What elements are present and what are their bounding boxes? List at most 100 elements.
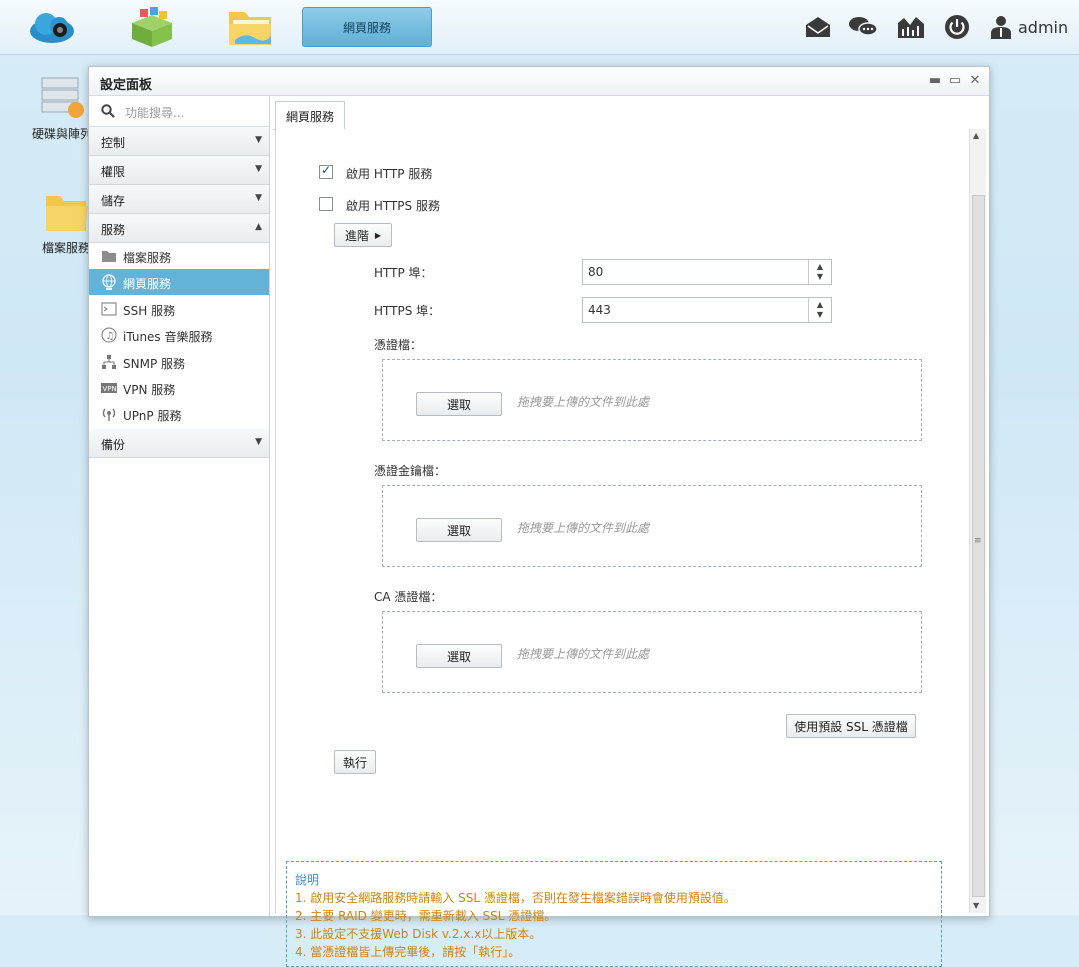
section-label: 服務 [101, 223, 126, 237]
cert-label: 憑證檔： [374, 338, 423, 352]
server-icon [41, 77, 84, 118]
chevron-up-icon: ▲ [255, 222, 262, 232]
folder-icon [101, 248, 117, 264]
globe-icon [101, 274, 117, 290]
user-icon [991, 16, 1011, 39]
sidebar-item-label: UPnP 服務 [123, 409, 182, 423]
mail-icon[interactable] [803, 12, 833, 42]
sidebar-item-vpn-service[interactable]: VPN VPN 服務 [89, 375, 269, 401]
section-label: 備份 [101, 438, 126, 452]
sidebar-item-label: iTunes 音樂服務 [123, 330, 213, 344]
sidebar-item-file-service[interactable]: 檔案服務 [89, 243, 269, 269]
key-select-button[interactable]: 選取 [416, 518, 502, 542]
key-dropzone[interactable]: 選取 拖拽要上傳的文件到此處 [382, 485, 922, 567]
sidebar-item-ssh-service[interactable]: SSH 服務 [89, 296, 269, 322]
chevron-down-icon: ▼ [255, 164, 262, 174]
svg-text:VPN: VPN [103, 385, 117, 393]
vpn-icon: VPN [101, 380, 117, 396]
terminal-icon [101, 301, 117, 317]
notes-box: 說明 1. 啟用安全網路服務時請輸入 SSL 憑證檔，否則在發生檔案錯誤時會使用… [286, 861, 942, 967]
ca-drop-hint: 拖拽要上傳的文件到此處 [517, 647, 650, 661]
ca-select-button[interactable]: 選取 [416, 644, 502, 668]
https-port-stepper[interactable]: ▲ ▼ [808, 298, 831, 322]
scrollbar-thumb[interactable]: ≡ [972, 195, 985, 897]
chevron-down-icon: ▼ [255, 135, 262, 145]
sidebar: 功能搜尋... 控制 ▼ 權限 ▼ 儲存 ▼ 服務 ▲ 檔案服務 網頁服務 SS… [89, 96, 270, 916]
https-port-label: HTTPS 埠： [374, 304, 441, 318]
https-enable-checkbox[interactable] [319, 197, 333, 211]
close-icon[interactable]: ✕ [967, 72, 983, 88]
cloud-app-icon[interactable] [24, 5, 80, 49]
maximize-icon[interactable]: ▭ [947, 72, 963, 88]
chevron-down-icon: ▼ [255, 193, 262, 203]
http-port-label: HTTP 埠： [374, 266, 433, 280]
upnp-icon [101, 406, 117, 422]
sidebar-section-control[interactable]: 控制 ▼ [89, 127, 269, 156]
cert-drop-hint: 拖拽要上傳的文件到此處 [517, 395, 650, 409]
default-ssl-button[interactable]: 使用預設 SSL 憑證檔 [786, 714, 916, 738]
section-label: 儲存 [101, 194, 126, 208]
settings-window: 設定面板 ▬ ▭ ✕ 功能搜尋... 控制 ▼ 權限 ▼ 儲存 ▼ 服務 ▲ 檔… [88, 66, 990, 967]
web-service-panel: 啟用 HTTP 服務 啟用 HTTPS 服務 進階 ▶ HTTP 埠： 80 ▲… [275, 129, 970, 967]
section-label: 權限 [101, 165, 126, 179]
tab-web-service[interactable]: 網頁服務 [275, 101, 345, 131]
note-line: 1. 啟用安全網路服務時請輸入 SSL 憑證檔，否則在發生檔案錯誤時會使用預設值… [295, 891, 736, 905]
scroll-down-icon[interactable]: ▼ [973, 901, 979, 910]
taskbar: 網頁服務 admin [0, 0, 1079, 55]
scroll-up-icon[interactable]: ▲ [973, 131, 979, 140]
note-line: 4. 當憑證檔皆上傳完畢後，請按「執行」。 [295, 945, 521, 959]
cert-dropzone[interactable]: 選取 拖拽要上傳的文件到此處 [382, 359, 922, 441]
https-enable-label: 啟用 HTTPS 服務 [346, 199, 440, 213]
cert-select-button[interactable]: 選取 [416, 392, 502, 416]
search-icon [101, 104, 115, 118]
key-drop-hint: 拖拽要上傳的文件到此處 [517, 521, 650, 535]
sidebar-item-label: VPN 服務 [123, 383, 176, 397]
http-port-value: 80 [588, 265, 604, 279]
sidebar-search[interactable]: 功能搜尋... [89, 96, 269, 127]
sidebar-section-service[interactable]: 服務 ▲ [89, 214, 269, 243]
apply-button[interactable]: 執行 [334, 750, 376, 774]
section-label: 控制 [101, 136, 126, 150]
https-port-value: 443 [588, 303, 611, 317]
chat-icon[interactable] [848, 12, 878, 42]
https-port-input[interactable]: 443 ▲ ▼ [582, 297, 832, 323]
power-icon[interactable] [942, 12, 972, 42]
advanced-toggle-button[interactable]: 進階 ▶ [334, 223, 392, 247]
http-enable-label: 啟用 HTTP 服務 [346, 167, 433, 181]
music-icon: ♫ [101, 327, 117, 343]
chevron-down-icon: ▼ [255, 437, 262, 447]
sidebar-item-label: 檔案服務 [123, 251, 172, 265]
notes-heading: 說明 [295, 873, 320, 887]
sidebar-item-web-service[interactable]: 網頁服務 [89, 269, 269, 295]
grip-icon: ≡ [974, 536, 982, 546]
taskbar-active-task[interactable]: 網頁服務 [302, 7, 432, 47]
minimize-icon[interactable]: ▬ [927, 72, 943, 88]
http-port-stepper[interactable]: ▲ ▼ [808, 260, 831, 284]
chevron-right-icon: ▶ [374, 230, 382, 240]
note-line: 2. 主要 RAID 變更時，需重新載入 SSL 憑證檔。 [295, 909, 557, 923]
user-menu[interactable]: admin [990, 12, 1068, 42]
window-titlebar[interactable]: 設定面板 ▬ ▭ ✕ [89, 67, 989, 96]
http-port-input[interactable]: 80 ▲ ▼ [582, 259, 832, 285]
sidebar-section-storage[interactable]: 儲存 ▼ [89, 185, 269, 214]
sidebar-item-upnp-service[interactable]: UPnP 服務 [89, 401, 269, 427]
http-enable-checkbox[interactable] [319, 163, 333, 179]
advanced-label: 進階 [344, 228, 369, 243]
sidebar-section-permission[interactable]: 權限 ▼ [89, 156, 269, 185]
folder-icon [46, 196, 88, 231]
sidebar-item-label: SNMP 服務 [123, 357, 185, 371]
monitor-icon[interactable] [896, 12, 926, 42]
search-input[interactable]: 功能搜尋... [125, 104, 184, 121]
sidebar-item-label: SSH 服務 [123, 304, 176, 318]
content-scrollbar[interactable]: ▲ ≡ ▼ [969, 129, 986, 913]
sidebar-item-label: 網頁服務 [123, 277, 172, 291]
ca-dropzone[interactable]: 選取 拖拽要上傳的文件到此處 [382, 611, 922, 693]
file-manager-icon[interactable] [222, 5, 278, 49]
ca-label: CA 憑證檔： [374, 590, 443, 604]
sidebar-section-backup[interactable]: 備份 ▼ [89, 429, 269, 458]
sidebar-item-itunes-service[interactable]: ♫ iTunes 音樂服務 [89, 322, 269, 348]
sidebar-item-snmp-service[interactable]: SNMP 服務 [89, 349, 269, 375]
app-store-icon[interactable] [124, 5, 180, 49]
window-title: 設定面板 [100, 78, 153, 93]
username: admin [1018, 17, 1069, 37]
